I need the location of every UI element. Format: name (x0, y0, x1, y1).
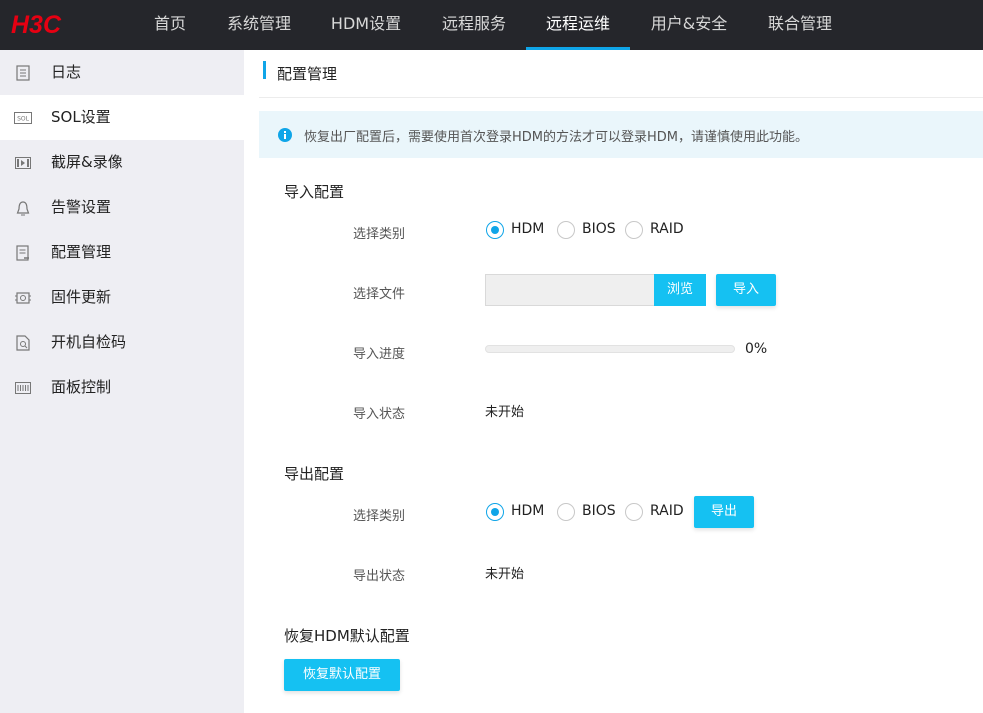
import-progress-label: 导入进度 (353, 347, 406, 362)
alarm-icon (14, 199, 32, 217)
sidebar-item-label: 截屏&录像 (51, 153, 123, 171)
video-icon (14, 154, 32, 172)
nav-system-management[interactable]: 系统管理 (214, 0, 304, 50)
radio-circle (557, 221, 575, 239)
sidebar-item-log[interactable]: 日志 (0, 50, 244, 95)
file-path-input[interactable] (485, 274, 655, 306)
radio-circle (625, 221, 643, 239)
radio-label: RAID (650, 221, 684, 237)
file-label: 选择文件 (353, 287, 406, 302)
post-code-icon (14, 334, 32, 352)
top-nav-bar: H3C 首页 系统管理 HDM设置 远程服务 远程运维 用户&安全 联合管理 (0, 0, 983, 50)
radio-circle (486, 221, 504, 239)
browse-button[interactable]: 浏览 (654, 274, 706, 306)
radio-label: HDM (511, 221, 545, 237)
import-section-title: 导入配置 (284, 183, 345, 201)
panel-icon (14, 379, 32, 397)
nav-hdm-settings[interactable]: HDM设置 (318, 0, 414, 50)
restore-default-button[interactable]: 恢复默认配置 (284, 659, 400, 691)
export-status-value: 未开始 (485, 567, 525, 582)
svg-text:H3C: H3C (11, 12, 62, 36)
sidebar-item-label: 固件更新 (51, 288, 112, 306)
info-icon (278, 128, 292, 142)
h3c-logo: H3C (11, 12, 62, 36)
sidebar-item-config-management[interactable]: 配置管理 (0, 230, 244, 275)
radio-label: RAID (650, 503, 684, 519)
log-icon (14, 64, 32, 82)
title-divider (259, 97, 983, 98)
export-button[interactable]: 导出 (694, 496, 754, 528)
export-status-label: 导出状态 (353, 569, 406, 584)
import-radio-hdm[interactable]: HDM (486, 219, 550, 239)
sidebar-item-firmware-update[interactable]: 固件更新 (0, 275, 244, 320)
export-radio-raid[interactable]: RAID (625, 501, 689, 521)
radio-circle (486, 503, 504, 521)
sidebar-item-screenshot-video[interactable]: 截屏&录像 (0, 140, 244, 185)
import-radio-bios[interactable]: BIOS (557, 219, 617, 239)
nav-remote-service[interactable]: 远程服务 (428, 0, 520, 50)
import-status-value: 未开始 (485, 405, 525, 420)
radio-circle (625, 503, 643, 521)
import-status-label: 导入状态 (353, 407, 406, 422)
sidebar-item-label: 告警设置 (51, 198, 112, 216)
nav-federation[interactable]: 联合管理 (754, 0, 846, 50)
sidebar-item-label: 开机自检码 (51, 333, 127, 351)
title-accent-bar (263, 61, 266, 79)
page-title: 配置管理 (277, 65, 338, 83)
svg-text:SOL: SOL (17, 116, 30, 123)
sidebar-item-label: SOL设置 (51, 108, 111, 126)
export-radio-hdm[interactable]: HDM (486, 501, 550, 521)
sidebar: 日志 SOL SOL设置 截屏&录像 告警设置 配置管理 固件更新 开机自检码 (0, 50, 244, 713)
nav-home[interactable]: 首页 (140, 0, 200, 50)
nav-remote-ops[interactable]: 远程运维 (526, 0, 630, 50)
notice-text: 恢复出厂配置后，需要使用首次登录HDM的方法才可以登录HDM，请谨慎使用此功能。 (304, 130, 809, 145)
notice-banner: 恢复出厂配置后，需要使用首次登录HDM的方法才可以登录HDM，请谨慎使用此功能。 (259, 111, 983, 158)
export-section-title: 导出配置 (284, 465, 345, 483)
import-progress-bar (485, 345, 735, 353)
import-button[interactable]: 导入 (716, 274, 776, 306)
sidebar-item-sol[interactable]: SOL SOL设置 (0, 95, 244, 140)
sidebar-item-label: 面板控制 (51, 378, 112, 396)
export-type-label: 选择类别 (353, 509, 406, 524)
radio-label: BIOS (582, 503, 616, 519)
import-progress-text: 0% (745, 341, 768, 357)
sidebar-item-label: 日志 (51, 63, 82, 81)
export-radio-bios[interactable]: BIOS (557, 501, 617, 521)
nav-user-security[interactable]: 用户&安全 (638, 0, 740, 50)
restore-section-title: 恢复HDM默认配置 (284, 627, 410, 645)
main-content: 配置管理 恢复出厂配置后，需要使用首次登录HDM的方法才可以登录HDM，请谨慎使… (244, 50, 983, 713)
sidebar-item-alarm[interactable]: 告警设置 (0, 185, 244, 230)
sidebar-item-panel-control[interactable]: 面板控制 (0, 365, 244, 410)
firmware-icon (14, 289, 32, 307)
radio-circle (557, 503, 575, 521)
radio-label: BIOS (582, 221, 616, 237)
sol-icon: SOL (14, 109, 32, 127)
import-radio-raid[interactable]: RAID (625, 219, 689, 239)
radio-label: HDM (511, 503, 545, 519)
import-type-label: 选择类别 (353, 227, 406, 242)
sidebar-item-post-code[interactable]: 开机自检码 (0, 320, 244, 365)
config-icon (14, 244, 32, 262)
sidebar-item-label: 配置管理 (51, 243, 112, 261)
